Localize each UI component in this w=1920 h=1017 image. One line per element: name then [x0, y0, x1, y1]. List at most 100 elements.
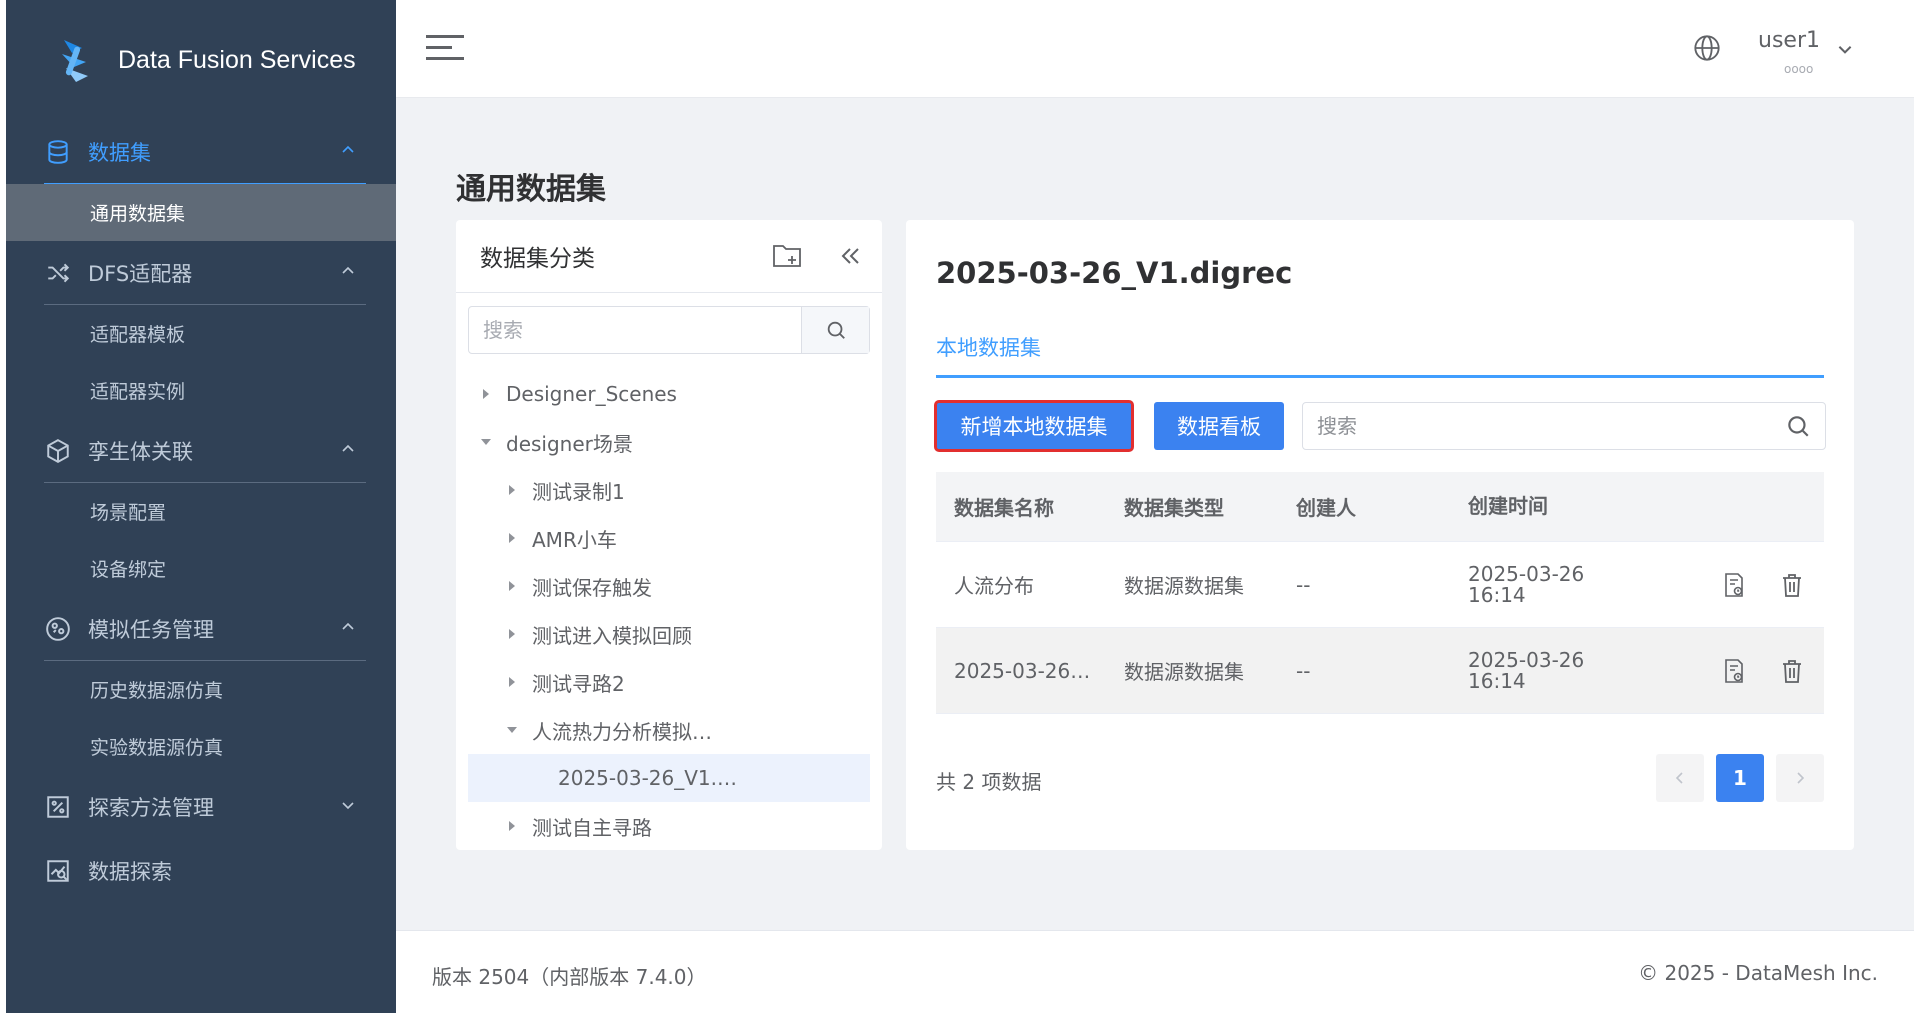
- tree-node-selected[interactable]: 2025-03-26_V1.…: [468, 754, 870, 802]
- category-panel-header: 数据集分类: [456, 220, 882, 293]
- chevron-down-icon: [342, 802, 354, 810]
- data-board-button[interactable]: 数据看板: [1154, 402, 1284, 450]
- dataset-detail-panel: 2025-03-26_V1.digrec 本地数据集 新增本地数据集 数据看板 …: [906, 220, 1854, 850]
- tab-local-dataset[interactable]: 本地数据集: [936, 332, 1041, 362]
- tree-node-label: 人流热力分析模拟…: [532, 719, 712, 744]
- database-icon: [44, 138, 72, 166]
- chevron-up-icon: [342, 444, 354, 452]
- tree-node[interactable]: 测试保存触发: [468, 562, 870, 610]
- caret-right-icon: [506, 484, 518, 496]
- cell-time: 16:14: [1468, 668, 1526, 693]
- cell-time: 16:14: [1468, 582, 1526, 607]
- cell-type: 数据源数据集: [1124, 660, 1244, 684]
- table-search: [1302, 402, 1826, 450]
- sidebar-item-label: 通用数据集: [90, 203, 186, 225]
- tree-node[interactable]: AMR小车: [468, 514, 870, 562]
- brand-name: Data Fusion Services: [118, 45, 356, 74]
- menu-item-data-exploration[interactable]: 数据探索: [44, 839, 366, 903]
- menu-group-simulation-tasks[interactable]: 模拟任务管理: [44, 597, 366, 661]
- menu-group-exploration-methods[interactable]: 探索方法管理: [44, 775, 366, 839]
- column-header: 创建人: [1296, 496, 1356, 520]
- caret-right-icon: [506, 820, 518, 832]
- dfs-logo-icon: [62, 40, 88, 82]
- search-icon[interactable]: [1785, 413, 1811, 439]
- new-folder-icon[interactable]: [772, 242, 802, 270]
- footer: 版本 2504（内部版本 7.4.0） © 2025 - DataMesh In…: [396, 930, 1914, 1013]
- main-content: 通用数据集 数据集分类 Designer: [396, 98, 1914, 930]
- chevron-up-icon: [342, 622, 354, 630]
- sidebar-item-history-simulation[interactable]: 历史数据源仿真: [6, 661, 396, 718]
- sidebar-item-device-binding[interactable]: 设备绑定: [6, 540, 396, 597]
- pagination-next-button[interactable]: [1776, 754, 1824, 802]
- document-detail-icon[interactable]: [1720, 571, 1748, 599]
- tree-node-label: 2025-03-26_V1.…: [558, 766, 737, 790]
- user-name[interactable]: user1: [1758, 28, 1820, 53]
- sidebar-item-label: 场景配置: [90, 502, 167, 524]
- menu-group-dataset[interactable]: 数据集: [44, 120, 366, 184]
- dataset-table: 数据集名称 数据集类型 创建人 创建时间 人流分布 数据源数据集 -- 2025…: [936, 472, 1824, 714]
- chevron-up-icon: [342, 145, 354, 153]
- cell-name: 人流分布: [954, 574, 1034, 598]
- shuffle-icon: [44, 259, 72, 287]
- tree-node[interactable]: Designer_Scenes: [468, 370, 870, 418]
- column-header: 数据集类型: [1124, 496, 1224, 520]
- tree-node[interactable]: 测试录制1: [468, 466, 870, 514]
- chevron-down-icon[interactable]: [1836, 40, 1854, 58]
- category-panel-title: 数据集分类: [480, 246, 595, 272]
- tree-node[interactable]: 测试进入模拟回顾: [468, 610, 870, 658]
- caret-right-icon: [506, 676, 518, 688]
- add-local-dataset-button[interactable]: 新增本地数据集: [934, 400, 1134, 452]
- tree-node-label: designer场景: [506, 431, 633, 456]
- tree-node-label: 测试进入模拟回顾: [532, 623, 692, 648]
- table-row[interactable]: 人流分布 数据源数据集 -- 2025-03-26 16:14: [936, 542, 1824, 628]
- menu-group-dfs-adapter[interactable]: DFS适配器: [44, 241, 366, 305]
- menu-group-label: DFS适配器: [88, 261, 193, 286]
- category-tree: Designer_Scenes designer场景 测试录制1 AMR小车 测…: [468, 370, 870, 850]
- trash-icon[interactable]: [1778, 657, 1806, 685]
- pagination-page[interactable]: 1: [1716, 754, 1764, 802]
- sidebar-item-general-dataset[interactable]: 通用数据集: [6, 184, 396, 241]
- sidebar-item-adapter-template[interactable]: 适配器模板: [6, 305, 396, 362]
- sidebar-item-label: 适配器模板: [90, 324, 186, 346]
- cube-icon: [44, 437, 72, 465]
- menu-group-label: 探索方法管理: [88, 796, 214, 820]
- search-icon: [827, 321, 845, 339]
- top-bar: user1 oooo: [396, 0, 1914, 98]
- cell-date: 2025-03-26: [1468, 647, 1585, 672]
- tree-search-button[interactable]: [801, 307, 869, 353]
- tab-active-indicator: [936, 375, 1824, 378]
- total-count: 共 2 项数据: [936, 770, 1042, 794]
- sidebar-item-scene-config[interactable]: 场景配置: [6, 483, 396, 540]
- tree-search-input[interactable]: [469, 307, 801, 353]
- category-panel: 数据集分类 Designer_Scenes: [456, 220, 882, 850]
- percent-icon: [44, 793, 72, 821]
- tree-node[interactable]: 人流热力分析模拟…: [468, 706, 870, 754]
- chevron-left-icon: [1675, 772, 1683, 784]
- globe-icon[interactable]: [1693, 34, 1721, 62]
- hamburger-menu-icon[interactable]: [426, 33, 464, 63]
- menu-item-label: 数据探索: [88, 860, 172, 884]
- tree-node-label: 测试录制1: [532, 479, 625, 504]
- page-title: 通用数据集: [456, 172, 606, 207]
- row-actions: [1686, 657, 1824, 685]
- sidebar-item-adapter-instance[interactable]: 适配器实例: [6, 362, 396, 419]
- tree-node[interactable]: 测试寻路2: [468, 658, 870, 706]
- document-detail-icon[interactable]: [1720, 657, 1748, 685]
- double-chevron-left-icon[interactable]: [836, 242, 864, 270]
- tree-node-label: 测试自主寻路: [532, 815, 652, 840]
- user-subtitle: oooo: [1784, 62, 1814, 76]
- table-search-input[interactable]: [1303, 414, 1785, 438]
- tree-search: [468, 306, 870, 354]
- brand[interactable]: Data Fusion Services: [6, 0, 396, 120]
- menu-group-twin-association[interactable]: 孪生体关联: [44, 419, 366, 483]
- cell-name: 2025-03-26…: [954, 658, 1091, 683]
- copyright-text: © 2025 - DataMesh Inc.: [1638, 961, 1878, 985]
- tree-node-label: 测试保存触发: [532, 575, 652, 600]
- tree-node[interactable]: designer场景: [468, 418, 870, 466]
- trash-icon[interactable]: [1778, 571, 1806, 599]
- caret-right-icon: [506, 580, 518, 592]
- table-row[interactable]: 2025-03-26… 数据源数据集 -- 2025-03-26 16:14: [936, 628, 1824, 714]
- tree-node[interactable]: 测试自主寻路: [468, 802, 870, 850]
- sidebar-item-experiment-simulation[interactable]: 实验数据源仿真: [6, 718, 396, 775]
- pagination-prev-button[interactable]: [1656, 754, 1704, 802]
